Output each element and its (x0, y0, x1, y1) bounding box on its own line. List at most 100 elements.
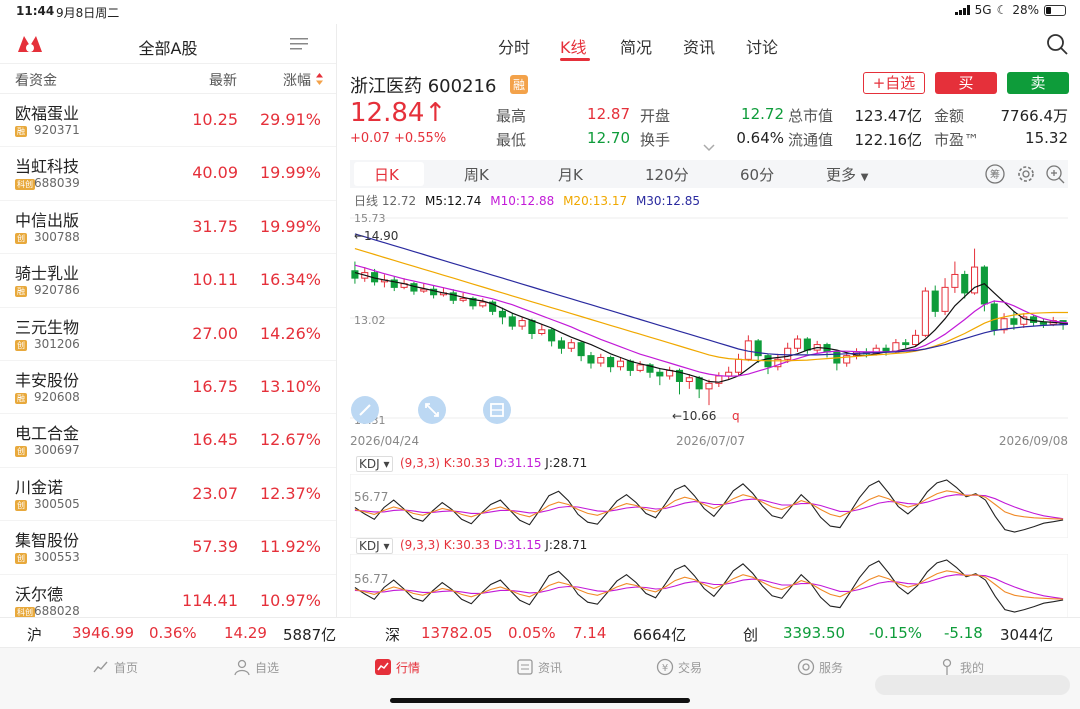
kdj-values-1: (9,3,3) K:30.33 D:31.15 J:28.71 (400, 456, 587, 470)
sell-button[interactable]: 卖 (1007, 72, 1069, 94)
stock-row-name: 川金诺 (15, 477, 64, 497)
kdj-j: J:28.71 (545, 538, 588, 552)
stock-row-badge: 融 (15, 126, 27, 137)
nav-trade-label: 交易 (678, 660, 703, 675)
stock-row-badge: 科创 (15, 606, 35, 617)
stock-row-change: 29.91% (259, 110, 321, 129)
period-more[interactable]: 更多 ▼ (826, 164, 869, 185)
index-pct: -0.15% (869, 624, 923, 642)
index-bar[interactable]: 沪 3946.99 0.36% 14.29 5887亿 深 13782.05 0.05% 7.1… (0, 617, 1080, 647)
candle-body (636, 364, 644, 371)
buy-button[interactable]: 买 (935, 72, 997, 94)
change-percent: +0.55% (393, 131, 447, 146)
stock-row[interactable]: 三元生物创 301206 27.00 14.26% (0, 308, 336, 361)
nav-service-label: 服务 (819, 660, 844, 675)
high-marker: ←14.90 (354, 229, 398, 243)
candle-body (725, 371, 733, 377)
period-week[interactable]: 周K (464, 164, 489, 185)
stock-row[interactable]: 集智股份创 300553 57.39 11.92% (0, 521, 336, 575)
candle-body (784, 347, 792, 360)
col-header-price[interactable]: 最新 (209, 70, 237, 90)
stock-row[interactable]: 欧福蛋业融 920371 10.25 29.91% (0, 94, 336, 148)
stock-row-price: 114.41 (182, 590, 238, 610)
sort-icon[interactable] (316, 73, 323, 85)
stock-row[interactable]: 川金诺创 300505 23.07 12.37% (0, 468, 336, 522)
yen-icon: ¥ (656, 658, 674, 676)
stock-row-price: 23.07 (192, 483, 238, 503)
stock-row-change: 12.37% (259, 483, 321, 503)
quote-label: 换手 (640, 131, 671, 149)
add-watchlist-button[interactable]: +自选 (863, 72, 925, 94)
stock-row[interactable]: 丰安股份融 920608 16.75 13.10% (0, 361, 336, 415)
panel-button[interactable] (483, 396, 511, 424)
kline-chart[interactable]: 15.73 13.02 10.31 ←14.90 ←10.66 q (350, 210, 1068, 428)
index-chg: 7.14 (573, 624, 607, 642)
nav-market[interactable]: 行情 (374, 658, 420, 676)
stock-row-price: 27.00 (192, 323, 238, 343)
kdj-chart-2[interactable] (350, 554, 1068, 618)
search-icon[interactable] (1046, 33, 1068, 55)
list-menu-icon[interactable] (290, 36, 308, 52)
ma5-line (354, 272, 1068, 383)
q-marker: q (732, 409, 740, 423)
period-month[interactable]: 月K (558, 164, 583, 185)
list-title[interactable]: 全部A股 (0, 35, 336, 59)
date-end: 2026/09/08 (998, 434, 1068, 448)
quote-label: 总市值 (788, 107, 834, 125)
home-indicator[interactable] (390, 698, 690, 703)
gear-icon[interactable] (1015, 163, 1037, 185)
period-60min[interactable]: 60分 (740, 164, 774, 185)
network-label: 5G (974, 3, 992, 17)
kdj-params: (9,3,3) (400, 538, 440, 552)
tab-underline (560, 58, 590, 61)
stock-row-change: 19.99% (259, 163, 321, 183)
nav-news[interactable]: 资讯 (516, 658, 562, 676)
zoom-in-icon[interactable] (1044, 163, 1066, 185)
stock-list-panel: 全部A股 看资金 最新 涨幅 欧福蛋业融 920371 10.25 29.91% 当虹科… (0, 24, 337, 617)
tab-timeshare[interactable]: 分时 (498, 34, 530, 58)
stock-row[interactable]: 当虹科技 科创 688039 40.09 19.99% (0, 147, 336, 201)
nav-trade[interactable]: ¥ 交易 (656, 658, 702, 676)
period-day[interactable]: 日K (374, 164, 399, 185)
quote-label: 流通值 (788, 131, 834, 149)
candle-body (557, 340, 566, 349)
nav-mine[interactable]: 我的 (938, 658, 984, 676)
tab-news[interactable]: 资讯 (683, 34, 715, 58)
candle-body (528, 320, 536, 334)
stock-row[interactable]: 沃尔德 科创 688028 114.41 10.97% (0, 575, 336, 617)
fullscreen-button[interactable] (418, 396, 446, 424)
tab-kline[interactable]: K线 (560, 34, 587, 58)
stock-row-price: 16.75 (192, 376, 238, 396)
chevron-down-icon[interactable] (703, 144, 715, 152)
index-chg: -5.18 (944, 624, 983, 642)
nav-watchlist[interactable]: 自选 (233, 658, 279, 676)
stock-row[interactable]: 骑士乳业融 920786 10.11 16.34% (0, 254, 336, 308)
stock-row-code: 300788 (34, 229, 80, 244)
tab-profile[interactable]: 简况 (620, 34, 652, 58)
period-120min[interactable]: 120分 (645, 164, 689, 185)
draw-tool-button[interactable] (351, 396, 379, 424)
kdj-select-1[interactable]: KDJ ▾ (356, 456, 393, 472)
quote-label: 金额 (934, 107, 965, 125)
stock-row[interactable]: 中信出版创 300788 31.75 19.99% (0, 201, 336, 255)
col-header-change[interactable]: 涨幅 (283, 70, 311, 90)
candle-body (911, 334, 920, 346)
kdj-select-2[interactable]: KDJ ▾ (356, 538, 393, 554)
nav-mine-label: 我的 (960, 660, 985, 675)
col-header-name[interactable]: 看资金 (15, 70, 57, 90)
stock-row-name: 集智股份 (15, 531, 80, 551)
candle-body (744, 340, 752, 360)
user-icon (234, 659, 250, 676)
kdj-chart-1[interactable] (350, 474, 1068, 538)
status-date: 9月8日周二 (56, 6, 120, 20)
tab-discuss[interactable]: 讨论 (746, 34, 778, 58)
nav-home[interactable]: 首页 (92, 658, 138, 676)
stock-row-name: 骑士乳业 (15, 264, 80, 284)
stock-row-change: 10.97% (259, 590, 321, 610)
stock-row-badge: 创 (15, 446, 27, 458)
stock-row[interactable]: 电工合金创 300697 16.45 12.67% (0, 414, 336, 468)
adjust-icon[interactable]: 筹 (984, 163, 1006, 185)
nav-service[interactable]: 服务 (797, 658, 843, 676)
ma-30: M30:12.85 (635, 194, 700, 208)
nav-home-label: 首页 (114, 660, 139, 675)
